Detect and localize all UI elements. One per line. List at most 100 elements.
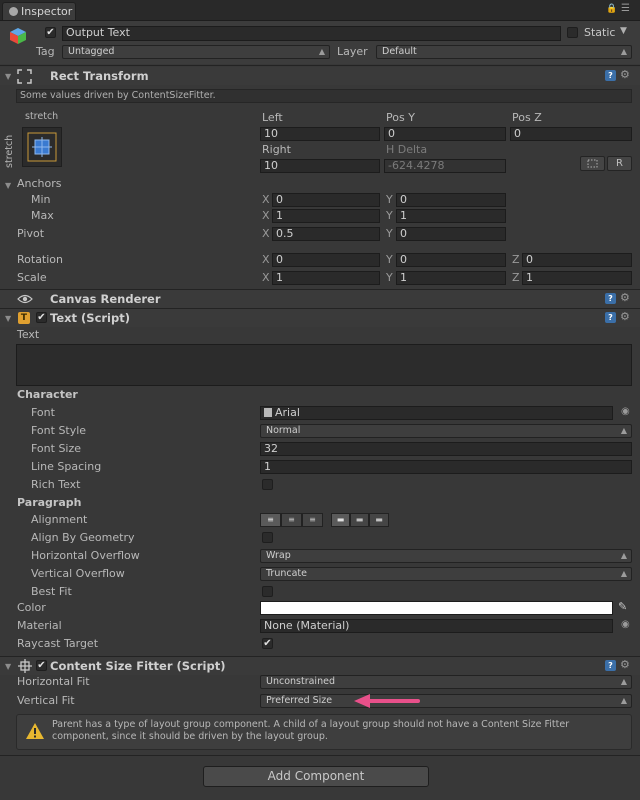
rotation-x-axis-label: X bbox=[262, 253, 270, 266]
align-middle-button[interactable]: ▬ bbox=[350, 513, 369, 527]
gear-icon[interactable]: ⚙ bbox=[620, 69, 630, 80]
foldout-arrow-icon[interactable]: ▼ bbox=[5, 662, 11, 671]
text-script-enabled-checkbox[interactable] bbox=[36, 312, 47, 323]
posz-input[interactable]: 0 bbox=[510, 127, 632, 141]
divider bbox=[0, 65, 640, 66]
rotation-label: Rotation bbox=[17, 253, 64, 266]
eyedropper-icon[interactable]: ✎ bbox=[618, 600, 627, 613]
right-input[interactable]: 10 bbox=[260, 159, 380, 173]
inspector-tab-label: Inspector bbox=[21, 5, 73, 18]
material-field[interactable]: None (Material) bbox=[260, 619, 613, 633]
anchors-foldout-icon[interactable]: ▼ bbox=[5, 181, 11, 190]
material-label: Material bbox=[17, 619, 62, 632]
text-area[interactable] bbox=[16, 344, 632, 386]
font-field[interactable]: Arial bbox=[260, 406, 613, 420]
vertical-overflow-dropdown[interactable]: Truncate ▲︎ bbox=[260, 567, 632, 581]
help-icon[interactable]: ? bbox=[605, 660, 616, 671]
max-y-input[interactable]: 1 bbox=[396, 209, 506, 223]
help-icon[interactable]: ? bbox=[605, 312, 616, 323]
character-header: Character bbox=[17, 388, 78, 401]
font-style-dropdown[interactable]: Normal ▲︎ bbox=[260, 424, 632, 438]
help-icon[interactable]: ? bbox=[605, 70, 616, 81]
layer-dropdown[interactable]: Default ▲︎ bbox=[376, 45, 632, 59]
font-size-input[interactable]: 32 bbox=[260, 442, 632, 456]
align-top-button[interactable]: ▬ bbox=[331, 513, 350, 527]
blueprint-mode-button[interactable] bbox=[580, 156, 605, 171]
gameobject-active-checkbox[interactable] bbox=[45, 27, 56, 38]
posy-input[interactable]: 0 bbox=[384, 127, 506, 141]
vertical-fit-value: Preferred Size bbox=[266, 695, 333, 706]
max-y-axis-label: Y bbox=[386, 209, 393, 222]
horizontal-overflow-label: Horizontal Overflow bbox=[31, 549, 140, 562]
min-x-input[interactable]: 0 bbox=[272, 193, 380, 207]
content-size-fitter-title: Content Size Fitter (Script) bbox=[50, 659, 226, 673]
scale-y-input[interactable]: 1 bbox=[396, 271, 506, 285]
posz-col-label: Pos Z bbox=[512, 111, 542, 124]
rotation-z-axis-label: Z bbox=[512, 253, 520, 266]
inspector-tab[interactable]: Inspector bbox=[2, 2, 76, 20]
gear-icon[interactable]: ⚙ bbox=[620, 659, 630, 670]
chevron-icon: ▲︎ bbox=[620, 551, 627, 560]
foldout-arrow-icon[interactable]: ▼ bbox=[5, 314, 11, 323]
layer-value: Default bbox=[382, 46, 417, 57]
object-picker-icon[interactable]: ◉ bbox=[621, 619, 630, 630]
vertical-alignment-group: ▬ ▬ ▬ bbox=[331, 513, 389, 527]
align-by-geometry-checkbox[interactable] bbox=[262, 532, 273, 543]
horizontal-fit-value: Unconstrained bbox=[266, 676, 335, 687]
raycast-target-checkbox[interactable] bbox=[262, 638, 273, 649]
lock-icon[interactable]: 🔒 bbox=[606, 4, 617, 14]
gear-icon[interactable]: ⚙ bbox=[620, 311, 630, 322]
anchors-label: Anchors bbox=[17, 177, 62, 190]
pivot-x-input[interactable]: 0.5 bbox=[272, 227, 380, 241]
pivot-y-input[interactable]: 0 bbox=[396, 227, 506, 241]
alignment-label: Alignment bbox=[31, 513, 88, 526]
chevron-icon: ▲︎ bbox=[620, 696, 627, 705]
best-fit-checkbox[interactable] bbox=[262, 586, 273, 597]
tag-label: Tag bbox=[36, 45, 55, 58]
paragraph-header: Paragraph bbox=[17, 496, 82, 509]
vertical-overflow-value: Truncate bbox=[266, 568, 307, 579]
vertical-fit-dropdown[interactable]: Preferred Size ▲︎ bbox=[260, 694, 632, 708]
align-center-button[interactable]: ≡ bbox=[281, 513, 302, 527]
anchor-presets-button[interactable] bbox=[22, 127, 62, 167]
horizontal-overflow-dropdown[interactable]: Wrap ▲︎ bbox=[260, 549, 632, 563]
rotation-x-input[interactable]: 0 bbox=[272, 253, 380, 267]
rich-text-checkbox[interactable] bbox=[262, 479, 273, 490]
gameobject-name-input[interactable]: Output Text bbox=[62, 26, 561, 41]
rotation-z-input[interactable]: 0 bbox=[522, 253, 632, 267]
warning-text-line2: component, since it should be driven by … bbox=[52, 731, 328, 742]
text-label: Text bbox=[17, 328, 40, 341]
object-picker-icon[interactable]: ◉ bbox=[621, 406, 630, 417]
help-icon[interactable]: ? bbox=[605, 293, 616, 304]
tag-dropdown[interactable]: Untagged ▲︎ bbox=[62, 45, 330, 59]
min-y-input[interactable]: 0 bbox=[396, 193, 506, 207]
raw-edit-button[interactable]: R bbox=[607, 156, 632, 171]
align-right-button[interactable]: ≡ bbox=[302, 513, 323, 527]
scale-z-axis-label: Z bbox=[512, 271, 520, 284]
rotation-y-input[interactable]: 0 bbox=[396, 253, 506, 267]
text-script-title: Text (Script) bbox=[50, 311, 130, 325]
gear-icon[interactable]: ⚙ bbox=[620, 292, 630, 303]
static-dropdown-arrow-icon[interactable]: ▼ bbox=[620, 26, 627, 36]
color-swatch[interactable] bbox=[260, 601, 613, 615]
align-left-button[interactable]: ≡ bbox=[260, 513, 281, 527]
content-size-fitter-enabled-checkbox[interactable] bbox=[36, 660, 47, 671]
max-x-input[interactable]: 1 bbox=[272, 209, 380, 223]
line-spacing-input[interactable]: 1 bbox=[260, 460, 632, 474]
scale-x-input[interactable]: 1 bbox=[272, 271, 380, 285]
static-checkbox[interactable] bbox=[567, 27, 578, 38]
foldout-arrow-icon[interactable]: ▼ bbox=[5, 72, 11, 81]
max-x-axis-label: X bbox=[262, 209, 270, 222]
chevron-icon: ▲︎ bbox=[620, 47, 627, 56]
add-component-button[interactable]: Add Component bbox=[203, 766, 429, 787]
min-label: Min bbox=[31, 193, 51, 206]
scale-z-input[interactable]: 1 bbox=[522, 271, 632, 285]
align-bottom-button[interactable]: ▬ bbox=[369, 513, 389, 527]
left-input[interactable]: 10 bbox=[260, 127, 380, 141]
tag-value: Untagged bbox=[68, 46, 115, 57]
menu-icon[interactable]: ☰ bbox=[621, 3, 630, 14]
horizontal-fit-dropdown[interactable]: Unconstrained ▲︎ bbox=[260, 675, 632, 689]
canvas-renderer-title: Canvas Renderer bbox=[50, 292, 161, 306]
best-fit-label: Best Fit bbox=[31, 585, 72, 598]
font-asset-icon bbox=[264, 408, 272, 417]
